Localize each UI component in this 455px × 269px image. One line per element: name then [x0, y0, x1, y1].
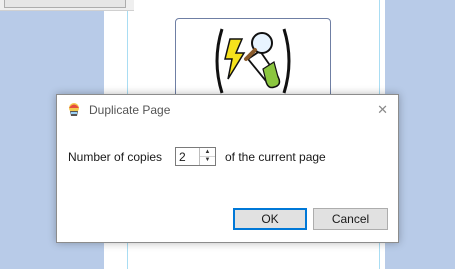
copies-stepper[interactable]: 2 ▲ ▼ — [175, 147, 216, 166]
dialog-title-bar[interactable]: Duplicate Page ✕ — [57, 95, 398, 125]
science-symbol-icon — [215, 28, 291, 94]
app-icon — [69, 103, 79, 116]
dialog-title: Duplicate Page — [89, 103, 171, 117]
close-icon[interactable]: ✕ — [377, 103, 388, 116]
toolbar-button[interactable] — [4, 0, 126, 8]
cancel-button[interactable]: Cancel — [313, 208, 388, 230]
stepper-buttons: ▲ ▼ — [199, 148, 215, 165]
stepper-down-icon[interactable]: ▼ — [200, 156, 215, 164]
copies-value[interactable]: 2 — [179, 150, 186, 164]
copies-label: Number of copies — [68, 150, 163, 164]
duplicate-page-dialog: Duplicate Page ✕ Number of copies 2 ▲ ▼ … — [56, 94, 399, 243]
current-page-label: of the current page — [225, 150, 326, 164]
toolbar-strip — [0, 0, 134, 11]
ok-button[interactable]: OK — [233, 208, 307, 230]
